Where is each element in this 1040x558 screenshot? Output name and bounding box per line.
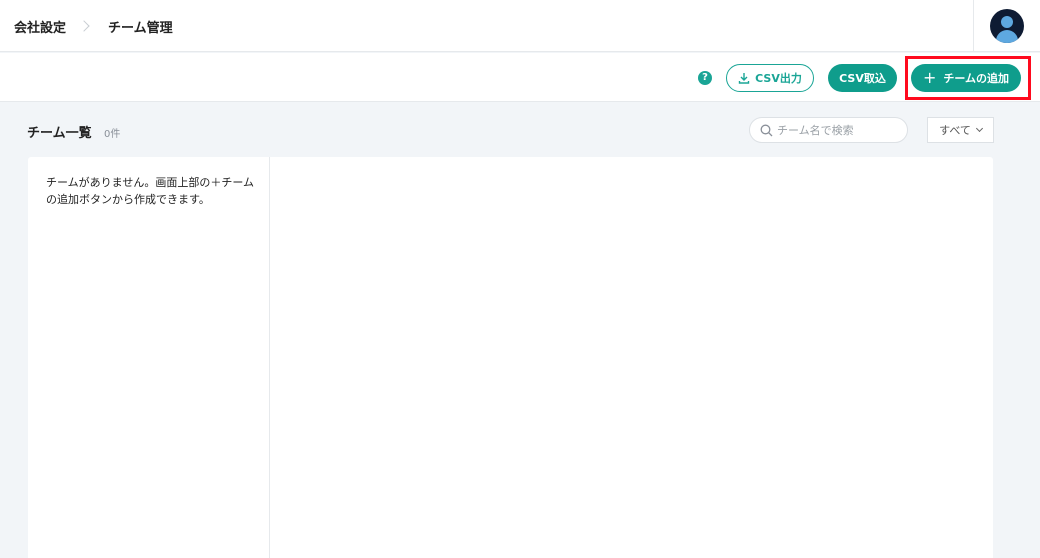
help-icon[interactable]: ?	[698, 71, 712, 85]
chevron-right-icon	[78, 20, 90, 32]
search-icon	[760, 124, 773, 136]
csv-import-label: CSV取込	[839, 72, 886, 85]
download-icon	[738, 73, 750, 84]
chevron-down-icon	[975, 124, 983, 133]
user-avatar-icon[interactable]	[990, 9, 1024, 43]
csv-export-button[interactable]: CSV出力	[726, 64, 814, 92]
header: 会社設定 チーム管理	[0, 0, 1040, 52]
team-panel: チームがありません。画面上部の＋チームの追加ボタンから作成できます。	[28, 157, 993, 558]
search-input[interactable]	[777, 123, 902, 137]
header-divider	[973, 0, 974, 52]
csv-import-button[interactable]: CSV取込	[828, 64, 897, 92]
team-list: チームがありません。画面上部の＋チームの追加ボタンから作成できます。	[28, 157, 270, 558]
breadcrumb: 会社設定 チーム管理	[14, 0, 173, 52]
filter-label: すべて	[939, 124, 971, 137]
toolbar: ? CSV出力 CSV取込 + チームの追加	[0, 53, 1040, 102]
highlight-box	[905, 56, 1031, 100]
team-count: 0件	[104, 129, 121, 140]
filter-dropdown[interactable]: すべて	[927, 117, 994, 143]
csv-export-label: CSV出力	[755, 72, 802, 85]
breadcrumb-company-settings[interactable]: 会社設定	[14, 17, 66, 36]
breadcrumb-team-management: チーム管理	[108, 20, 173, 36]
page-title: チーム一覧	[27, 126, 92, 141]
search-box[interactable]	[749, 117, 908, 143]
empty-message: チームがありません。画面上部の＋チームの追加ボタンから作成できます。	[46, 176, 255, 206]
